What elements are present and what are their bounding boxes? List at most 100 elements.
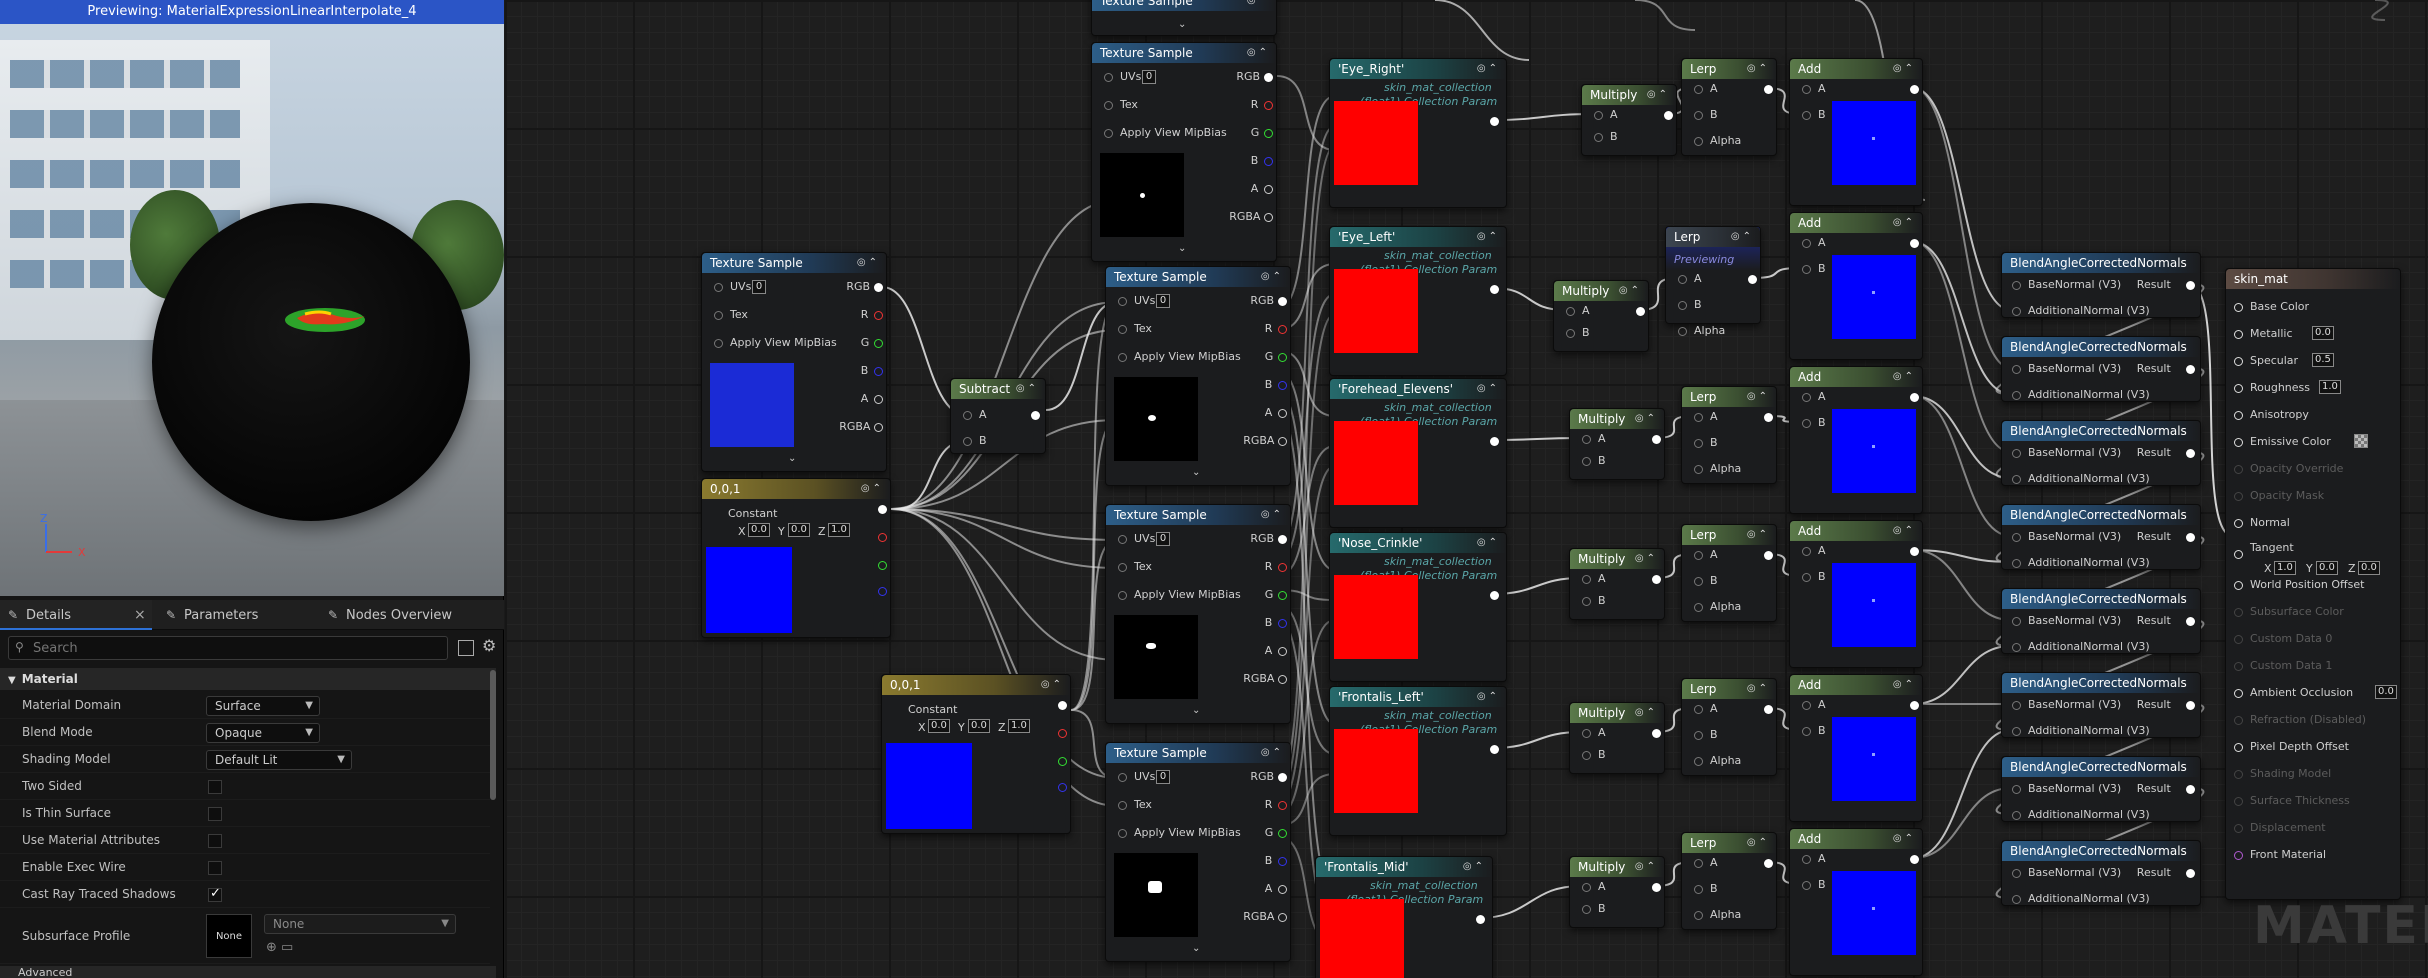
material-input-pin[interactable] (2234, 689, 2243, 698)
output-pin[interactable] (1278, 885, 1287, 894)
input-pin[interactable] (1582, 883, 1591, 892)
output-pin[interactable] (1278, 353, 1287, 362)
input-pin[interactable] (1802, 419, 1811, 428)
node-header-icons[interactable]: ◎⌃ (1635, 703, 1658, 723)
output-pin[interactable] (2186, 869, 2195, 878)
output-pin[interactable] (2186, 785, 2195, 794)
blend-normals-node[interactable]: BlendAngleCorrectedNormals BaseNormal (V3… (2001, 336, 2201, 402)
output-pin[interactable] (874, 395, 883, 404)
input-pin[interactable] (2012, 727, 2021, 736)
multiply-node[interactable]: Multiply ◎⌃ A B (1553, 280, 1649, 352)
add-node-header[interactable]: Add ◎⌃ (1790, 521, 1922, 541)
output-pin[interactable] (1910, 85, 1919, 94)
collection-param-node-header[interactable]: 'Eye_Left' ◎⌃ (1330, 227, 1506, 247)
input-pin[interactable] (1104, 129, 1113, 138)
output-pin[interactable] (874, 339, 883, 348)
output-pin[interactable] (878, 561, 887, 570)
output-pin[interactable] (1264, 157, 1273, 166)
multiply-node-header[interactable]: Multiply ◎⌃ (1570, 409, 1664, 429)
section-material[interactable]: ▼ Material (0, 668, 496, 690)
blend-normals-node-header[interactable]: BlendAngleCorrectedNormals (2002, 673, 2200, 693)
node-header-icons[interactable]: ◎⌃ (1747, 525, 1770, 545)
collection-param-node[interactable]: 'Nose_Crinkle' ◎⌃ skin_mat_collection (floa… (1329, 532, 1507, 682)
node-header-icons[interactable]: ◎⌃ (1893, 829, 1916, 849)
output-pin[interactable] (874, 367, 883, 376)
material-input-pin[interactable] (2234, 743, 2243, 752)
input-pin[interactable] (1582, 435, 1591, 444)
add-node[interactable]: Add ◎⌃ A B (1789, 212, 1923, 360)
output-pin[interactable] (1910, 855, 1919, 864)
node-header-icons[interactable]: ◎⌃ (1747, 679, 1770, 699)
input-pin[interactable] (1678, 327, 1687, 336)
output-pin[interactable] (1278, 675, 1287, 684)
input-pin[interactable] (1802, 547, 1811, 556)
property-checkbox[interactable] (208, 886, 222, 902)
input-pin[interactable] (1118, 563, 1127, 572)
output-pin[interactable] (1278, 325, 1287, 334)
add-node-header[interactable]: Add ◎⌃ (1790, 59, 1922, 79)
node-header-icons[interactable]: ◎⌃ (1619, 281, 1642, 301)
output-pin[interactable] (1652, 729, 1661, 738)
subsurface-select[interactable]: None ▼ (264, 914, 456, 934)
input-pin[interactable] (1678, 301, 1687, 310)
input-pin[interactable] (1694, 705, 1703, 714)
texture-sample-node[interactable]: Texture Sample ◎⌃ UVs 0 RGB Tex R G Apply View M… (1091, 42, 1277, 262)
output-pin[interactable] (1476, 915, 1485, 924)
lerp-node-header[interactable]: Lerp ◎⌃ (1682, 679, 1776, 699)
output-pin[interactable] (2186, 281, 2195, 290)
tangent-z[interactable]: 0.0 (2358, 561, 2380, 575)
output-pin[interactable] (1764, 551, 1773, 560)
blend-normals-node[interactable]: BlendAngleCorrectedNormals BaseNormal (V3… (2001, 672, 2201, 738)
texture-sample-node-header[interactable]: Texture Sample ◎⌃ (1106, 505, 1290, 525)
property-checkbox[interactable] (208, 807, 222, 821)
add-node-header[interactable]: Add ◎⌃ (1790, 829, 1922, 849)
node-header-icons[interactable]: ◎⌃ (1893, 675, 1916, 695)
output-pin[interactable] (1764, 85, 1773, 94)
node-header-icons[interactable]: ◎⌃ (857, 253, 880, 273)
input-pin[interactable] (1694, 413, 1703, 422)
multiply-node[interactable]: Multiply ◎⌃ A B (1569, 856, 1665, 928)
input-pin[interactable] (1118, 325, 1127, 334)
node-header-icons[interactable]: ◎⌃ (1261, 743, 1284, 763)
input-pin[interactable] (1582, 597, 1591, 606)
node-header-icons[interactable]: ◎⌃ (1647, 85, 1670, 105)
input-pin[interactable] (2012, 449, 2021, 458)
input-pin[interactable] (1582, 729, 1591, 738)
input-pin[interactable] (2012, 701, 2021, 710)
material-input-pin[interactable] (2234, 384, 2243, 393)
collection-param-node-header[interactable]: 'Frontalis_Mid' ◎⌃ (1316, 857, 1492, 877)
material-input-value[interactable]: 0.0 (2312, 326, 2334, 340)
node-header-icons[interactable]: ◎⌃ (1747, 59, 1770, 79)
output-pin[interactable] (1652, 435, 1661, 444)
skin-mat-result-node[interactable]: skin_mat Base Color Metallic 0.0 Specular 0.5… (2225, 268, 2401, 900)
node-header-icons[interactable]: ◎⌃ (1477, 379, 1500, 399)
input-pin[interactable] (1802, 855, 1811, 864)
input-pin[interactable] (1694, 85, 1703, 94)
input-pin[interactable] (1802, 701, 1811, 710)
add-node[interactable]: Add ◎⌃ A B (1789, 366, 1923, 514)
uvs-value[interactable]: 0 (752, 280, 766, 294)
multiply-node-header[interactable]: Multiply ◎⌃ (1582, 85, 1676, 105)
node-header-icons[interactable]: ◎⌃ (1016, 379, 1039, 399)
material-input-pin[interactable] (2234, 303, 2243, 312)
output-pin[interactable] (1910, 393, 1919, 402)
node-header-icons[interactable]: ◎⌃ (1635, 409, 1658, 429)
lerp-node[interactable]: Lerp ◎⌃ A B Alpha (1681, 386, 1777, 484)
add-node-header[interactable]: Add ◎⌃ (1790, 675, 1922, 695)
input-pin[interactable] (1678, 275, 1687, 284)
grid-view-icon[interactable] (458, 640, 474, 656)
output-pin[interactable] (2186, 617, 2195, 626)
property-select[interactable]: Opaque ▼ (206, 723, 320, 743)
input-pin[interactable] (1694, 551, 1703, 560)
property-select[interactable]: Default Lit ▼ (206, 750, 352, 770)
lerp-node-previewing[interactable]: Lerp ◎⌃ Previewing A B Alpha (1665, 226, 1761, 337)
input-pin[interactable] (2012, 391, 2021, 400)
input-pin[interactable] (2012, 365, 2021, 374)
chevron-down-icon[interactable]: ⌄ (1178, 19, 1186, 30)
output-pin[interactable] (1636, 307, 1645, 316)
blend-normals-node[interactable]: BlendAngleCorrectedNormals BaseNormal (V3… (2001, 504, 2201, 570)
multiply-node-header[interactable]: Multiply ◎⌃ (1570, 703, 1664, 723)
input-pin[interactable] (1118, 535, 1127, 544)
node-header-icons[interactable]: ◎⌃ (1261, 267, 1284, 287)
x-value[interactable]: 0.0 (748, 523, 770, 537)
